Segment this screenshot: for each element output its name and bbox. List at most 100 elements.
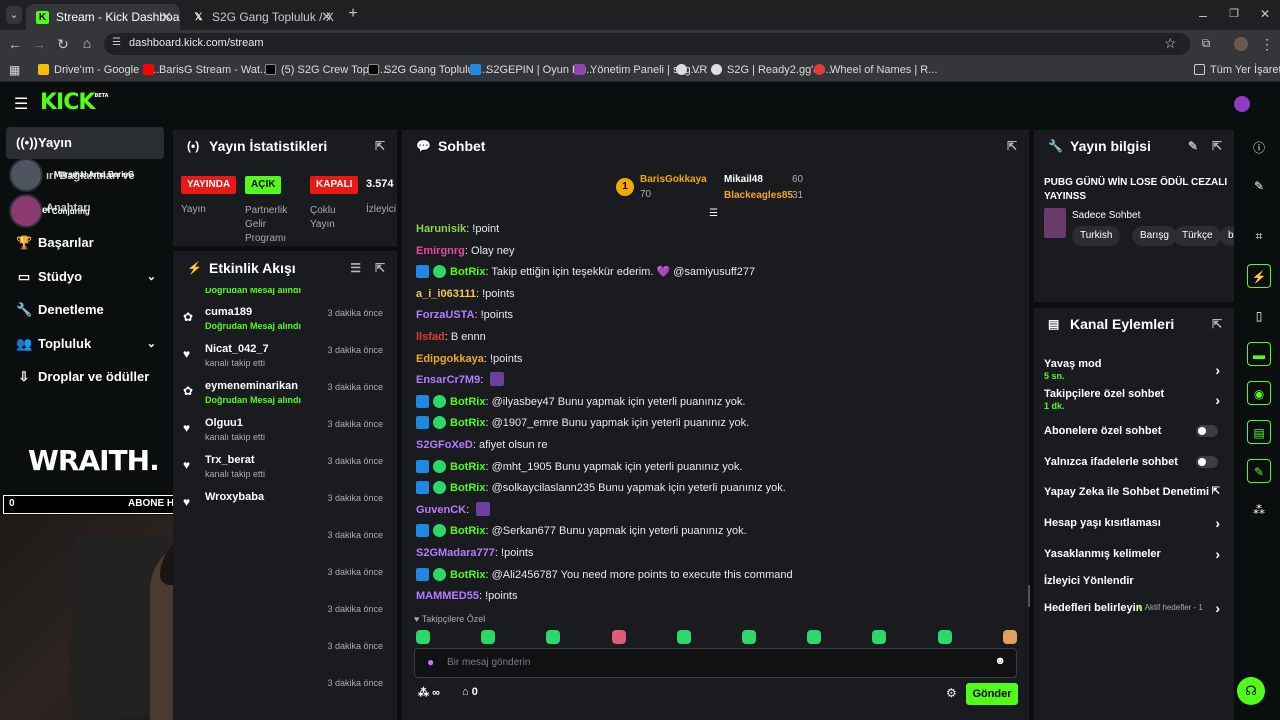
event-row[interactable]: ♥ Trx_berat kanalı takip etti 3 dakika önce bbox=[173, 450, 395, 486]
popout-icon[interactable]: ⇱ bbox=[1212, 130, 1222, 162]
emote-icon[interactable] bbox=[872, 630, 887, 644]
channel-action[interactable]: Yapay Zeka ile Sohbet Denetimi ⇱ bbox=[1044, 486, 1220, 510]
chat-icon[interactable]: ▬ bbox=[1247, 342, 1271, 366]
wrench-icon[interactable]: ✎ bbox=[1247, 459, 1271, 483]
event-row[interactable]: 3 dakika önce bbox=[173, 524, 395, 560]
event-row[interactable]: ♥ Wroxybaba 3 dakika önce bbox=[173, 487, 395, 523]
actions-icon[interactable]: ▤ bbox=[1247, 420, 1271, 444]
emoji-icon[interactable]: ☻ bbox=[994, 655, 1006, 667]
tab-s2g-x[interactable]: 𝕏 S2G Gang Topluluk / X ✕ bbox=[182, 4, 340, 30]
nav-yayin[interactable]: ((•)) Yayın bbox=[6, 127, 164, 159]
profile-avatar[interactable] bbox=[1234, 37, 1248, 51]
chat-username[interactable]: GuvenCK bbox=[416, 504, 466, 516]
mic-icon[interactable]: ● bbox=[427, 655, 434, 669]
points-indicator[interactable]: ⁂ ∞ bbox=[418, 686, 440, 699]
bookmark-vr[interactable]: VR bbox=[676, 63, 707, 77]
event-user[interactable]: Trx_berat bbox=[205, 454, 255, 466]
nav-studyo[interactable]: ▭ Stüdyo ⌄ bbox=[6, 261, 164, 293]
all-bookmarks[interactable]: Tüm Yer İşaretleri bbox=[1194, 63, 1280, 77]
window-close-icon[interactable]: ✕ bbox=[1258, 7, 1272, 21]
event-user[interactable]: cuma189 bbox=[205, 306, 252, 318]
emote-icon[interactable] bbox=[416, 630, 430, 644]
bookmark-star-icon[interactable]: ☆ bbox=[1164, 35, 1177, 52]
event-row[interactable]: ✿ cuma189 Doğrudan Mesaj alındı 3 dakika ön… bbox=[173, 302, 395, 338]
tag-chip[interactable]: Türkçe bbox=[1174, 226, 1221, 246]
emote-icon[interactable] bbox=[481, 630, 496, 644]
url-bar[interactable]: ☰ dashboard.kick.com/stream ☆ bbox=[104, 33, 1190, 55]
chat-username[interactable]: BotRix bbox=[450, 482, 485, 494]
community-icon[interactable]: ⁂ bbox=[1247, 498, 1271, 522]
tag-chip[interactable]: Turkish bbox=[1072, 226, 1121, 246]
lightning-icon[interactable]: ⚡ bbox=[1247, 264, 1271, 288]
chat-username[interactable]: a_i_i063111 bbox=[416, 288, 476, 300]
event-row[interactable]: ✿Doğrudan Mesaj alındı bbox=[173, 288, 395, 302]
chat-username[interactable]: MAMMED55 bbox=[416, 590, 479, 602]
category-name[interactable]: Sadece Sohbet bbox=[1072, 210, 1140, 221]
home-icon[interactable]: ⌂ bbox=[80, 35, 94, 51]
event-row[interactable]: 3 dakika önce bbox=[173, 635, 395, 671]
emote-icon[interactable] bbox=[807, 630, 822, 644]
document-icon[interactable]: ▯ bbox=[1247, 304, 1271, 328]
event-row[interactable]: 3 dakika önce bbox=[173, 598, 395, 634]
popout-icon[interactable]: ⇱ bbox=[1007, 130, 1017, 162]
extensions-icon[interactable]: ⧉ bbox=[1199, 36, 1213, 51]
expand-pinned-icon[interactable]: ☰ bbox=[709, 208, 718, 219]
bookmark-barisg-stream[interactable]: BarisG Stream - Wat... bbox=[143, 63, 269, 77]
nav-droplar[interactable]: ⇩ Droplar ve ödüller bbox=[6, 361, 164, 393]
event-row[interactable]: ♥ Olguu1 kanalı takip etti 3 dakika önce bbox=[173, 413, 395, 449]
edit-icon[interactable]: ✎ bbox=[1247, 174, 1271, 198]
event-row[interactable]: ♥ Nicat_042_7 kanalı takip etti 3 dakika ön… bbox=[173, 339, 395, 375]
chat-username[interactable]: BotRix bbox=[450, 266, 485, 278]
kick-logo[interactable]: KICKBETA bbox=[40, 90, 109, 115]
emote-icon[interactable] bbox=[1002, 630, 1017, 644]
event-user[interactable]: Wroxybaba bbox=[205, 491, 264, 503]
chat-username[interactable]: BotRix bbox=[450, 569, 485, 581]
restore-icon[interactable]: ❐ bbox=[1227, 7, 1241, 20]
user-avatar[interactable] bbox=[1234, 96, 1250, 112]
chat-username[interactable]: ForzaUSTA bbox=[416, 309, 474, 321]
new-tab-icon[interactable]: + bbox=[344, 6, 362, 24]
event-user[interactable]: Olguu1 bbox=[205, 417, 243, 429]
channel-action[interactable]: Yalnızca ifadelerle sohbet bbox=[1044, 456, 1220, 480]
chat-username[interactable]: Emirgnrg bbox=[416, 245, 465, 257]
chat-username[interactable]: S2GMadara777 bbox=[416, 547, 495, 559]
bookmark-drive[interactable]: Drive'ım - Google D... bbox=[38, 63, 159, 77]
popout-icon[interactable]: ⇱ bbox=[375, 251, 385, 285]
channel-action[interactable]: Abonelere özel sohbet bbox=[1044, 425, 1220, 449]
event-row[interactable]: ✿ eymeneminarikan Doğrudan Mesaj alındı 3 d… bbox=[173, 376, 395, 412]
emote-icon[interactable] bbox=[546, 630, 561, 644]
minimize-icon[interactable]: – bbox=[1196, 7, 1210, 23]
close-icon[interactable]: ✕ bbox=[321, 4, 332, 30]
popout-icon[interactable]: ⇱ bbox=[375, 130, 385, 162]
send-button[interactable]: Gönder bbox=[966, 683, 1018, 705]
chat-username[interactable]: BotRix bbox=[450, 461, 485, 473]
emote-icon[interactable] bbox=[742, 630, 756, 644]
tab-kick-dashboard[interactable]: K Stream - Kick Dashboard ✕ bbox=[26, 4, 180, 30]
tag-chip[interactable]: Barışg bbox=[1132, 226, 1177, 246]
close-icon[interactable]: ✕ bbox=[161, 4, 172, 30]
chat-username[interactable]: EnsarCr7M9 bbox=[416, 374, 480, 386]
tag-chip[interactable]: ba bbox=[1220, 226, 1234, 246]
edit-icon[interactable]: ✎ bbox=[1188, 130, 1198, 162]
nav-basarilar[interactable]: 🏆 Başarılar bbox=[6, 227, 164, 259]
emote-icon[interactable] bbox=[676, 630, 691, 644]
chat-username[interactable]: BotRix bbox=[450, 396, 485, 408]
info-icon[interactable]: ⓘ bbox=[1247, 136, 1271, 160]
event-row[interactable]: 3 dakika önce bbox=[173, 672, 395, 708]
chat-username[interactable]: BotRix bbox=[450, 525, 485, 537]
bookmark-wheel-of-names[interactable]: Wheel of Names | R... bbox=[814, 63, 937, 77]
scrollbar[interactable] bbox=[1028, 585, 1030, 607]
chat-username[interactable]: S2GFoXeD bbox=[416, 439, 473, 451]
nav-denetleme[interactable]: 🔧 Denetleme bbox=[6, 294, 164, 326]
support-button[interactable]: ☊ bbox=[1237, 677, 1265, 705]
filter-icon[interactable]: ☰ bbox=[350, 251, 361, 285]
leader-name[interactable]: Mikail48 bbox=[724, 174, 763, 185]
chat-username[interactable]: llsfad bbox=[416, 331, 445, 343]
nav-topluluk[interactable]: 👥 Topluluk ⌄ bbox=[6, 328, 164, 360]
channel-action[interactable]: Hesap yaşı kısıtlaması › bbox=[1044, 515, 1220, 541]
broadcast-icon[interactable]: ◉ bbox=[1247, 381, 1271, 405]
toggle-switch[interactable] bbox=[1196, 425, 1218, 437]
crop-icon[interactable]: ⌗ bbox=[1247, 224, 1271, 248]
channel-action[interactable]: Hedefleri belirleyin › ● Aktif hedefler - … bbox=[1044, 600, 1220, 626]
event-row[interactable]: 3 dakika önce bbox=[173, 561, 395, 597]
